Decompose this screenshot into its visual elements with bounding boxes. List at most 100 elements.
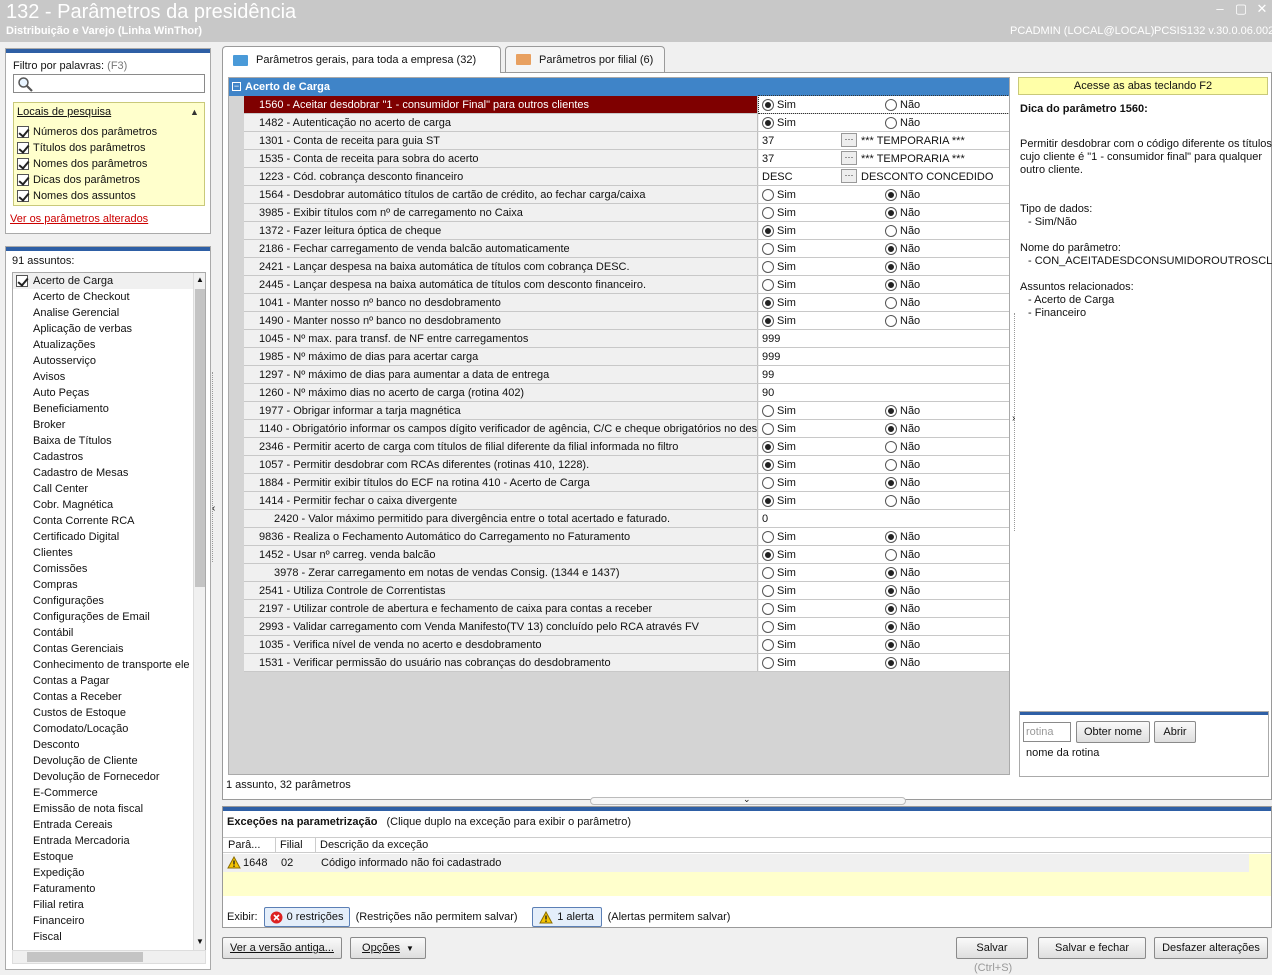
param-row[interactable]: 1490 - Manter nosso nº banco no desdobra… xyxy=(244,312,1009,330)
param-value[interactable]: Sim Não xyxy=(759,600,1009,617)
subject-item[interactable]: Analise Gerencial xyxy=(13,305,205,321)
horizontal-scrollbar[interactable] xyxy=(12,950,206,964)
param-value[interactable]: Sim Não xyxy=(759,438,1009,455)
param-value[interactable]: Sim Não xyxy=(759,276,1009,293)
param-value[interactable]: Sim Não xyxy=(759,312,1009,329)
scroll-thumb[interactable] xyxy=(195,289,205,587)
radio-yes[interactable] xyxy=(762,189,774,201)
radio-yes[interactable] xyxy=(762,117,774,129)
exception-row[interactable]: 1648 02 Código informado não foi cadastr… xyxy=(223,854,1249,872)
radio-no[interactable] xyxy=(885,621,897,633)
param-value[interactable]: Sim Não xyxy=(759,582,1009,599)
param-row[interactable]: 1452 - Usar nº carreg. venda balcão Sim Nã… xyxy=(244,546,1009,564)
param-row[interactable]: 2197 - Utilizar controle de abertura e f… xyxy=(244,600,1009,618)
radio-no[interactable] xyxy=(885,243,897,255)
subject-item[interactable]: E-Commerce xyxy=(13,785,205,801)
column-header[interactable]: Filial xyxy=(280,839,303,851)
options-button[interactable]: Opções ▼ xyxy=(350,937,426,959)
chevron-left-icon[interactable]: ‹ xyxy=(212,503,215,514)
horizontal-splitter[interactable]: ⌄ xyxy=(590,794,906,805)
open-button[interactable]: Abrir xyxy=(1154,721,1196,743)
get-name-button[interactable]: Obter nome xyxy=(1076,721,1150,743)
radio-no[interactable] xyxy=(885,99,897,111)
scroll-up-icon[interactable]: ▲ xyxy=(196,275,204,284)
param-value[interactable]: Sim Não xyxy=(759,654,1009,671)
subject-item[interactable]: Emissão de nota fiscal xyxy=(13,801,205,817)
param-value[interactable]: 90 xyxy=(759,384,1009,401)
old-version-button[interactable]: Ver a versão antiga... xyxy=(222,937,342,959)
param-row[interactable]: 1223 - Cód. cobrança desconto financeiro… xyxy=(244,168,1009,186)
param-value[interactable]: Sim Não xyxy=(759,474,1009,491)
tab-branch-params[interactable]: Parâmetros por filial (6) xyxy=(505,46,665,72)
radio-yes[interactable] xyxy=(762,297,774,309)
subject-item[interactable]: Cadastro de Mesas xyxy=(13,465,205,481)
param-row[interactable]: 1977 - Obrigar informar a tarja magnétic… xyxy=(244,402,1009,420)
param-value[interactable]: Sim Não xyxy=(759,420,1009,437)
param-row[interactable]: 1035 - Verifica nível de venda no acerto… xyxy=(244,636,1009,654)
param-row[interactable]: 1260 - Nº máximo dias no acerto de carga… xyxy=(244,384,1009,402)
subject-item[interactable]: Atualizações xyxy=(13,337,205,353)
radio-yes[interactable] xyxy=(762,603,774,615)
param-value[interactable]: Sim Não xyxy=(759,114,1009,131)
subject-item[interactable]: Entrada Mercadoria xyxy=(13,833,205,849)
subject-item[interactable]: Avisos xyxy=(13,369,205,385)
radio-no[interactable] xyxy=(885,225,897,237)
param-row[interactable]: 1535 - Conta de receita para sobra do ac… xyxy=(244,150,1009,168)
minimize-button[interactable]: ‒ xyxy=(1212,2,1228,16)
collapse-icon[interactable]: − xyxy=(232,82,241,91)
maximize-button[interactable]: ▢ xyxy=(1233,2,1249,16)
radio-no[interactable] xyxy=(885,423,897,435)
radio-yes[interactable] xyxy=(762,657,774,669)
param-row[interactable]: 1482 - Autenticação no acerto de carga Si… xyxy=(244,114,1009,132)
param-row[interactable]: 3985 - Exibir títulos com nº de carregam… xyxy=(244,204,1009,222)
subject-item[interactable]: Beneficiamento xyxy=(13,401,205,417)
param-value[interactable]: Sim Não xyxy=(759,564,1009,581)
subject-item[interactable]: Contas a Receber xyxy=(13,689,205,705)
param-row[interactable]: 1985 - Nº máximo de dias para acertar ca… xyxy=(244,348,1009,366)
param-value[interactable]: DESC ··· DESCONTO CONCEDIDO xyxy=(759,168,1009,185)
tab-general-params[interactable]: Parâmetros gerais, para toda a empresa (… xyxy=(222,46,501,73)
param-row[interactable]: 1564 - Desdobrar automático títulos de c… xyxy=(244,186,1009,204)
param-row[interactable]: 2346 - Permitir acerto de carga com títu… xyxy=(244,438,1009,456)
radio-no[interactable] xyxy=(885,117,897,129)
radio-no[interactable] xyxy=(885,189,897,201)
subject-item[interactable]: Configurações de Email xyxy=(13,609,205,625)
alerts-button[interactable]: 1 alerta xyxy=(531,907,602,927)
location-option[interactable]: Títulos dos parâmetros xyxy=(17,140,146,156)
param-row[interactable]: 1041 - Manter nosso nº banco no desdobra… xyxy=(244,294,1009,312)
subject-item[interactable]: Contas a Pagar xyxy=(13,673,205,689)
restrictions-button[interactable]: 0 restrições xyxy=(263,907,350,927)
checkbox-checked-icon[interactable] xyxy=(17,190,29,202)
param-value[interactable]: Sim Não xyxy=(759,222,1009,239)
param-row[interactable]: 1297 - Nº máximo de dias para aumentar a… xyxy=(244,366,1009,384)
radio-yes[interactable] xyxy=(762,441,774,453)
undo-button[interactable]: Desfazer alterações xyxy=(1154,937,1268,959)
radio-no[interactable] xyxy=(885,459,897,471)
scroll-thumb[interactable] xyxy=(27,952,143,962)
param-value[interactable]: 37 ··· *** TEMPORARIA *** xyxy=(759,132,1009,149)
param-row[interactable]: 3978 - Zerar carregamento em notas de ve… xyxy=(244,564,1009,582)
location-option[interactable]: Dicas dos parâmetros xyxy=(17,172,140,188)
subject-item[interactable]: Comissões xyxy=(13,561,205,577)
ellipsis-icon[interactable]: ··· xyxy=(841,133,857,147)
param-value[interactable]: Sim Não xyxy=(759,240,1009,257)
radio-yes[interactable] xyxy=(762,459,774,471)
radio-no[interactable] xyxy=(885,441,897,453)
panel-splitter[interactable] xyxy=(212,372,218,562)
subject-item[interactable]: Autosserviço xyxy=(13,353,205,369)
subject-item[interactable]: Contábil xyxy=(13,625,205,641)
radio-yes[interactable] xyxy=(762,99,774,111)
param-value[interactable]: 999 xyxy=(759,330,1009,347)
chevron-right-icon[interactable]: › xyxy=(1012,413,1015,424)
param-value[interactable]: Sim Não xyxy=(759,258,1009,275)
radio-no[interactable] xyxy=(885,603,897,615)
subject-item[interactable]: Contas Gerenciais xyxy=(13,641,205,657)
radio-yes[interactable] xyxy=(762,639,774,651)
param-value[interactable]: Sim Não xyxy=(759,204,1009,221)
radio-yes[interactable] xyxy=(762,423,774,435)
param-value[interactable]: 37 ··· *** TEMPORARIA *** xyxy=(759,150,1009,167)
subject-item[interactable]: Desconto xyxy=(13,737,205,753)
param-row[interactable]: 1057 - Permitir desdobrar com RCAs difer… xyxy=(244,456,1009,474)
subject-item[interactable]: Financeiro xyxy=(13,913,205,929)
param-row[interactable]: 1560 - Aceitar desdobrar "1 - consumidor… xyxy=(244,95,1009,114)
